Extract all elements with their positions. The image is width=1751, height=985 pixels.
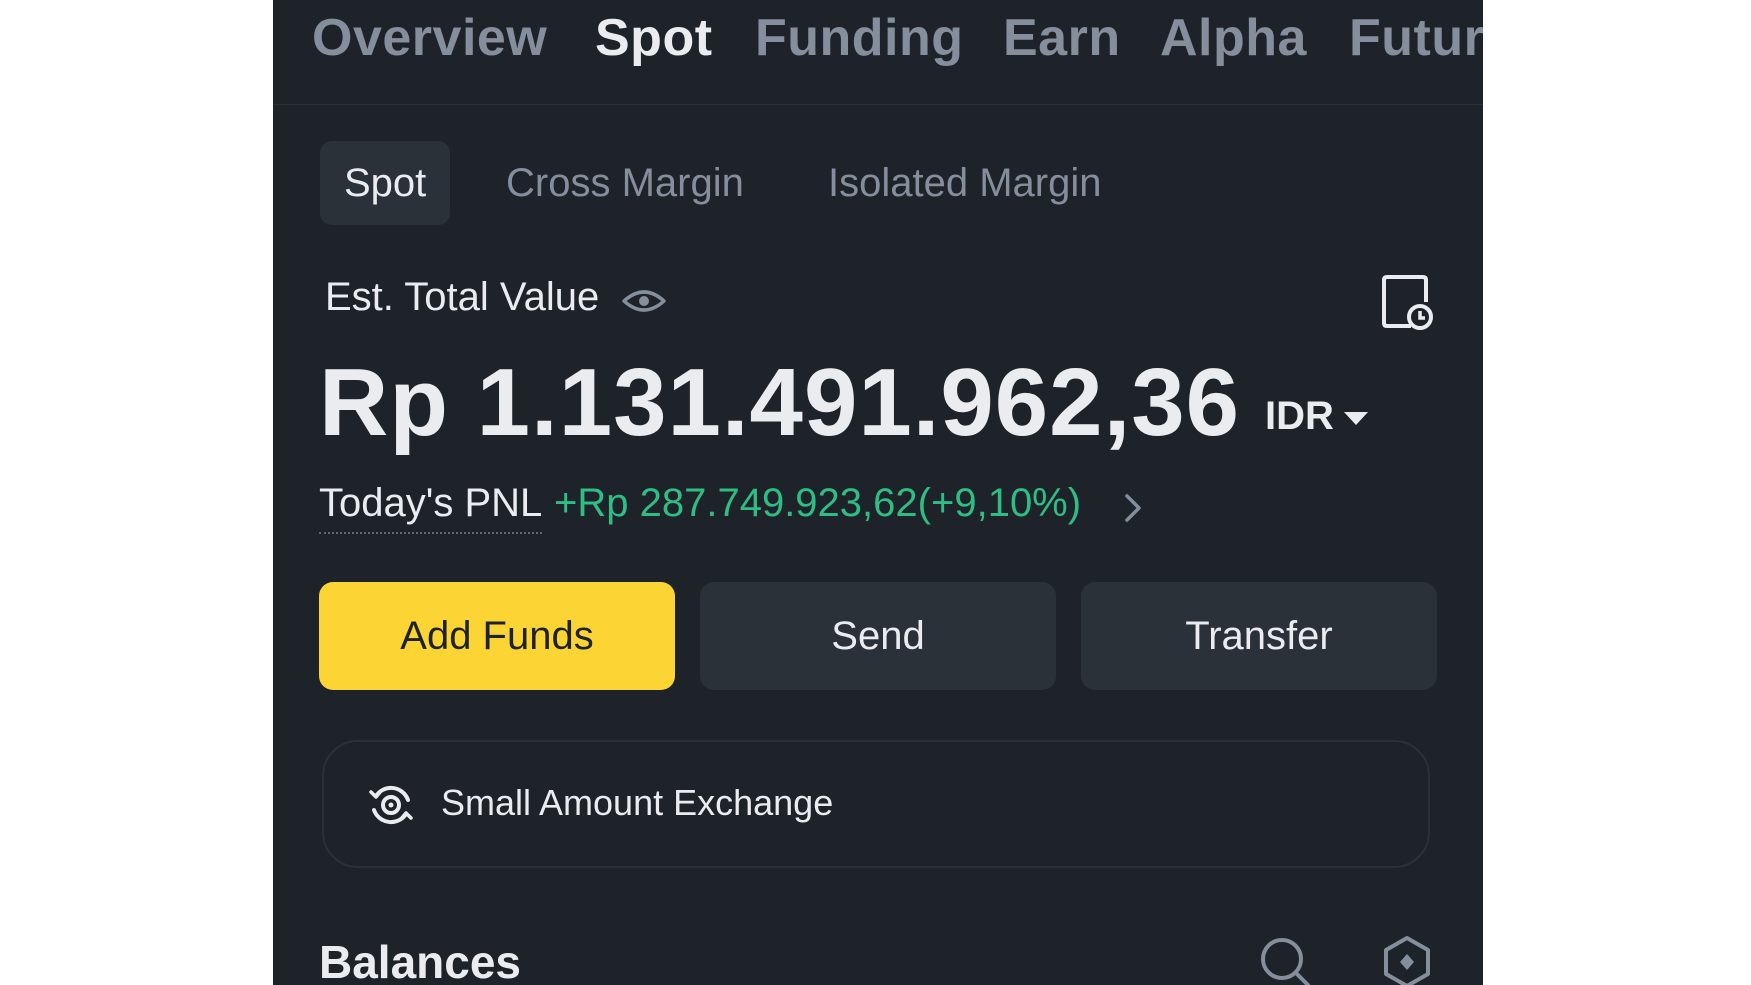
transfer-button[interactable]: Transfer — [1081, 582, 1437, 690]
subtab-spot[interactable]: Spot — [320, 141, 451, 225]
subtab-cross-margin[interactable]: Cross Margin — [506, 141, 744, 225]
currency-selector[interactable]: IDR — [1265, 394, 1368, 439]
subtab-isolated-margin[interactable]: Isolated Margin — [828, 141, 1101, 225]
history-icon[interactable] — [1381, 274, 1433, 332]
tab-earn[interactable]: Earn — [1003, 8, 1121, 68]
settings-icon[interactable] — [1382, 935, 1432, 985]
chevron-right-icon[interactable] — [1121, 490, 1145, 526]
small-amount-exchange-label: Small Amount Exchange — [441, 782, 834, 823]
small-amount-exchange-button[interactable]: Small Amount Exchange — [322, 740, 1430, 868]
tab-funding[interactable]: Funding — [755, 8, 964, 68]
add-funds-button[interactable]: Add Funds — [319, 582, 675, 690]
currency-label: IDR — [1265, 394, 1334, 438]
tab-futures[interactable]: Futures — [1349, 8, 1483, 68]
eye-icon[interactable] — [621, 281, 667, 321]
wallet-app: Overview Spot Funding Earn Alpha Futures… — [273, 0, 1483, 985]
est-total-value-label: Est. Total Value — [325, 275, 600, 319]
pnl-label[interactable]: Today's PNL — [319, 481, 543, 534]
top-tab-bar: Overview Spot Funding Earn Alpha Futures — [273, 0, 1483, 105]
tab-spot[interactable]: Spot — [595, 8, 713, 68]
balances-title: Balances — [319, 936, 522, 985]
pnl-value: +Rp 287.749.923,62(+9,10%) — [554, 481, 1082, 525]
caret-down-icon — [1343, 411, 1368, 425]
tab-overview[interactable]: Overview — [312, 8, 547, 68]
total-value: Rp 1.131.491.962,36 — [319, 349, 1241, 456]
send-button[interactable]: Send — [700, 582, 1056, 690]
exchange-icon — [369, 785, 413, 825]
tab-alpha[interactable]: Alpha — [1160, 8, 1307, 68]
search-icon[interactable] — [1258, 935, 1312, 985]
